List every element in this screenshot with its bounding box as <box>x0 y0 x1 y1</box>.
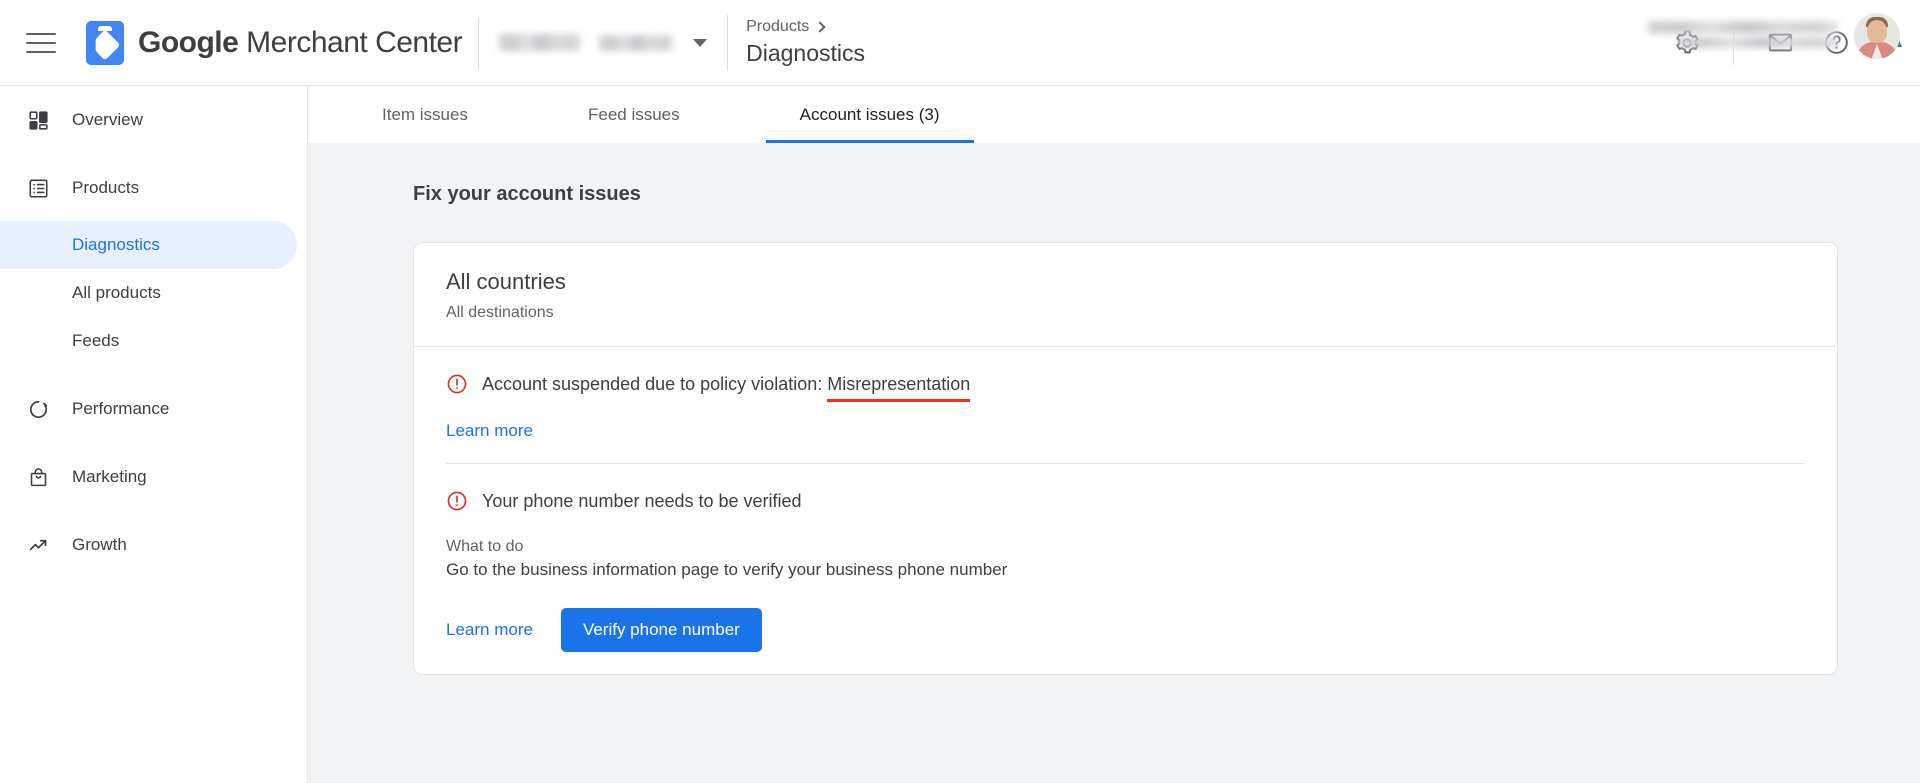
sidebar-subitem-label: All products <box>72 283 161 303</box>
user-email-redacted <box>1648 21 1838 48</box>
tab-label: Feed issues <box>588 105 680 125</box>
issue-title: Your phone number needs to be verified <box>482 491 802 512</box>
card-title: All countries <box>446 269 1805 295</box>
learn-more-link[interactable]: Learn more <box>446 620 533 640</box>
donut-chart-icon <box>26 397 50 421</box>
top-app-bar: Google Merchant Center Products Diagnost… <box>0 0 1920 86</box>
header-divider-2 <box>727 15 728 71</box>
tab-item-issues[interactable]: Item issues <box>348 86 502 143</box>
dashboard-icon <box>26 108 50 132</box>
sidebar-subitem-label: Feeds <box>72 331 119 351</box>
panel-heading: Fix your account issues <box>413 183 1920 206</box>
sidebar-item-label: Growth <box>72 535 127 555</box>
user-email-line-2 <box>1678 37 1838 48</box>
tab-label: Item issues <box>382 105 468 125</box>
brand-title: Google Merchant Center <box>138 26 462 60</box>
error-circle-icon <box>446 373 468 395</box>
sidebar-item-label: Products <box>72 178 139 198</box>
sidebar-spacer <box>0 212 307 221</box>
sidebar-item-marketing[interactable]: Marketing <box>0 453 297 501</box>
account-issues-card: All countries All destinations A <box>413 242 1838 675</box>
issue-title-prefix: Account suspended due to policy violatio… <box>482 374 827 394</box>
tab-spacer <box>714 86 766 143</box>
brand-title-merchant-center: Merchant Center <box>238 26 462 59</box>
tab-label: Account issues (3) <box>800 105 940 125</box>
app-body: Overview Products Diagnostics <box>0 86 1920 783</box>
header-divider-1 <box>478 17 479 69</box>
card-header: All countries All destinations <box>414 243 1837 347</box>
tab-account-issues[interactable]: Account issues (3) <box>766 86 974 143</box>
verify-phone-number-button[interactable]: Verify phone number <box>561 608 762 652</box>
shopping-bag-icon <box>26 465 50 489</box>
issue-title: Account suspended due to policy violatio… <box>482 374 970 395</box>
tab-feed-issues[interactable]: Feed issues <box>554 86 714 143</box>
tab-spacer <box>502 86 554 143</box>
sidebar-spacer <box>0 144 307 164</box>
sidebar-item-performance[interactable]: Performance <box>0 385 297 433</box>
breadcrumb-parent-link[interactable]: Products <box>746 18 809 36</box>
issue-actions: Learn more Verify phone number <box>446 608 1805 652</box>
hamburger-menu-icon[interactable] <box>20 33 76 53</box>
user-email-line-1 <box>1648 21 1838 34</box>
card-subtitle: All destinations <box>446 304 1805 322</box>
sidebar-item-label: Marketing <box>72 467 147 487</box>
sidebar-spacer <box>0 365 307 385</box>
chevron-right-icon <box>815 21 826 32</box>
user-account-area <box>1648 0 1900 86</box>
user-avatar[interactable] <box>1854 13 1900 59</box>
breadcrumb: Products Diagnostics <box>744 18 865 66</box>
sidebar-item-growth[interactable]: Growth <box>0 521 297 569</box>
list-icon <box>26 176 50 200</box>
account-id-redacted <box>599 35 673 51</box>
page-title: Diagnostics <box>746 40 865 66</box>
what-to-do-text: Go to the business information page to v… <box>446 560 1805 580</box>
issue-actions: Learn more <box>446 421 1805 441</box>
sidebar-nav: Overview Products Diagnostics <box>0 86 308 783</box>
sidebar-item-label: Performance <box>72 399 169 419</box>
error-circle-icon <box>446 490 468 512</box>
sidebar-subitem-label: Diagnostics <box>72 235 160 255</box>
account-name-redacted <box>499 34 581 51</box>
sidebar-spacer <box>0 433 307 453</box>
learn-more-link[interactable]: Learn more <box>446 421 533 440</box>
what-to-do-label: What to do <box>446 538 1805 556</box>
issue-row-suspension: Account suspended due to policy violatio… <box>414 347 1837 463</box>
chevron-down-icon[interactable] <box>693 39 707 47</box>
issue-row-phone-verification: Your phone number needs to be verified W… <box>414 464 1837 674</box>
issue-title-highlight: Misrepresentation <box>827 374 970 395</box>
sidebar-item-all-products[interactable]: All products <box>0 269 297 317</box>
merchant-center-logo-icon <box>86 21 124 65</box>
account-selector[interactable] <box>495 34 711 51</box>
issue-header: Account suspended due to policy violatio… <box>446 373 1805 395</box>
issue-header: Your phone number needs to be verified <box>446 490 1805 512</box>
sidebar-item-feeds[interactable]: Feeds <box>0 317 297 365</box>
trending-up-icon <box>26 533 50 557</box>
brand-title-google: Google <box>138 26 238 59</box>
sidebar-item-overview[interactable]: Overview <box>0 96 297 144</box>
brand-logo-link[interactable]: Google Merchant Center <box>86 21 462 65</box>
sidebar-spacer <box>0 501 307 521</box>
account-issues-panel: Fix your account issues All countries Al… <box>308 143 1920 783</box>
sidebar-item-diagnostics[interactable]: Diagnostics <box>0 221 297 269</box>
diagnostics-tabs: Item issues Feed issues Account issues (… <box>308 86 1920 143</box>
sidebar-item-products[interactable]: Products <box>0 164 297 212</box>
sidebar-item-label: Overview <box>72 110 143 130</box>
main-content: Item issues Feed issues Account issues (… <box>308 86 1920 783</box>
